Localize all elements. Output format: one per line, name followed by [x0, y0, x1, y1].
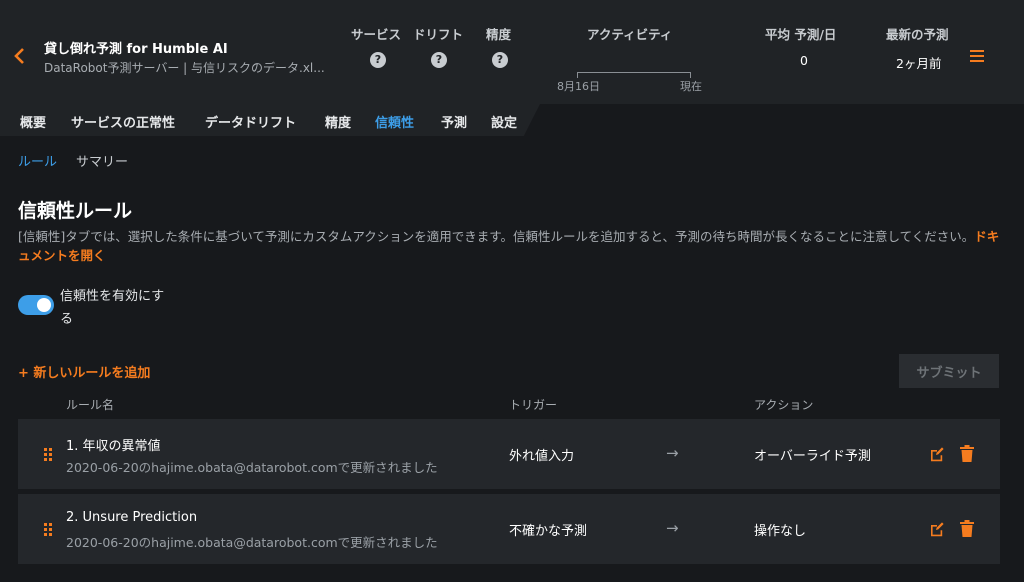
rule-row: 1. 年収の異常値 2020-06-20のhajime.obata@dataro… — [18, 419, 1000, 489]
tab-settings[interactable]: 設定 — [491, 112, 517, 131]
description-text: [信頼性]タブでは、選択した条件に基づいて予測にカスタムアクションを適用できます… — [18, 229, 975, 244]
drag-handle-icon[interactable] — [44, 523, 53, 537]
rule-updated-meta: 2020-06-20のhajime.obata@datarobot.comで更新… — [66, 535, 438, 550]
page-description: [信頼性]タブでは、選択した条件に基づいて予測にカスタムアクションを適用できます… — [18, 227, 1008, 265]
service-health-help-icon[interactable]: ? — [370, 52, 386, 68]
rule-trigger: 外れ値入力 — [509, 449, 575, 464]
tab-predictions[interactable]: 予測 — [441, 112, 467, 131]
accuracy-label: 精度 — [486, 27, 512, 42]
subnav-summary[interactable]: サマリー — [76, 151, 128, 170]
toggle-knob — [37, 298, 51, 312]
column-header-action: アクション — [754, 398, 814, 412]
drag-handle-icon[interactable] — [44, 448, 53, 462]
submit-button[interactable]: サブミット — [899, 354, 999, 388]
timeline-end-label: 現在 — [680, 80, 702, 93]
deployment-subtitle: DataRobot予測サーバー | 与信リスクのデータ.xl... — [44, 61, 325, 75]
rule-action: オーバーライド予測 — [754, 449, 871, 464]
humility-enable-toggle[interactable] — [18, 295, 54, 315]
tab-data-drift[interactable]: データドリフト — [205, 112, 296, 131]
rule-trigger: 不確かな予測 — [509, 524, 588, 539]
activity-timeline — [577, 72, 691, 73]
rule-updated-meta: 2020-06-20のhajime.obata@datarobot.comで更新… — [66, 460, 438, 475]
service-health-label: サービス — [351, 27, 402, 42]
avg-predictions-value: 0 — [800, 53, 808, 68]
timeline-start-label: 8月16日 — [557, 80, 600, 93]
deployment-title: 貸し倒れ予測 for Humble AI — [44, 42, 228, 57]
data-drift-help-icon[interactable]: ? — [431, 52, 447, 68]
subnav-rules[interactable]: ルール — [18, 151, 57, 170]
data-drift-label: ドリフト — [413, 27, 464, 42]
toggle-label: 信頼性を有効にする — [60, 289, 165, 327]
add-rule-button[interactable]: + 新しいルールを追加 — [18, 362, 150, 381]
deployment-header: 貸し倒れ予測 for Humble AI DataRobot予測サーバー | 与… — [0, 0, 1024, 104]
trash-icon[interactable] — [960, 520, 974, 537]
tab-overview[interactable]: 概要 — [20, 112, 46, 131]
tab-accuracy[interactable]: 精度 — [325, 112, 351, 131]
trash-icon[interactable] — [960, 445, 974, 462]
arrow-right-icon: → — [666, 444, 679, 462]
rule-row: 2. Unsure Prediction 2020-06-20のhajime.o… — [18, 494, 1000, 564]
column-header-name: ルール名 — [66, 398, 115, 412]
deployment-tabs: 概要 サービスの正常性 データドリフト 精度 信頼性 予測 設定 — [0, 104, 1024, 136]
edit-icon[interactable] — [929, 521, 945, 537]
accuracy-help-icon[interactable]: ? — [492, 52, 508, 68]
rule-action: 操作なし — [754, 524, 807, 539]
back-button[interactable] — [12, 44, 28, 68]
latest-prediction-value: 2ヶ月前 — [896, 56, 942, 71]
chevron-left-icon — [14, 48, 24, 64]
hamburger-menu-icon[interactable] — [970, 50, 984, 64]
avg-predictions-label: 平均 予測/日 — [765, 27, 837, 42]
page-title: 信頼性ルール — [18, 200, 133, 222]
activity-label: アクティビティ — [587, 27, 673, 42]
tab-service-health[interactable]: サービスの正常性 — [71, 112, 175, 131]
rule-name: 2. Unsure Prediction — [66, 510, 198, 525]
tab-humility[interactable]: 信頼性 — [375, 112, 414, 131]
rule-name: 1. 年収の異常値 — [66, 439, 161, 454]
edit-icon[interactable] — [929, 446, 945, 462]
latest-prediction-label: 最新の予測 — [886, 27, 949, 42]
arrow-right-icon: → — [666, 519, 679, 537]
column-header-trigger: トリガー — [509, 398, 558, 412]
